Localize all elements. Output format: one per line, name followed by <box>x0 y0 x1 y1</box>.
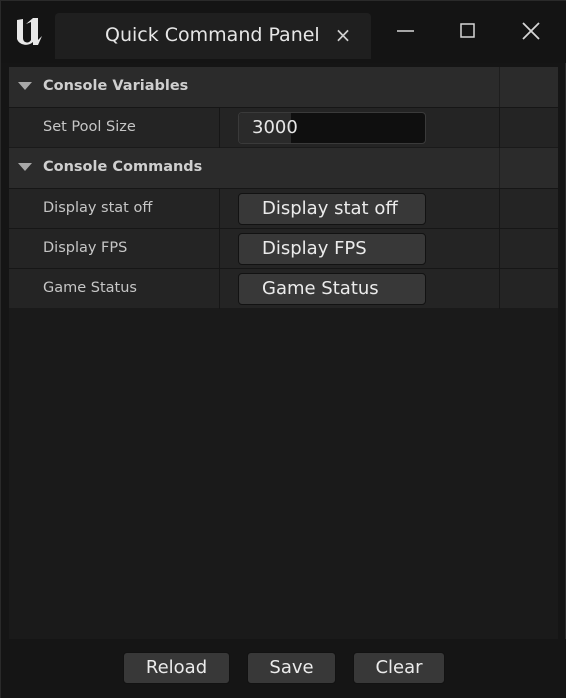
minimize-icon[interactable] <box>387 15 423 49</box>
close-icon[interactable] <box>513 15 549 49</box>
title-bar[interactable]: Quick Command Panel × <box>1 1 566 63</box>
property-name: Game Status <box>43 280 137 296</box>
category-label: Console Variables <box>43 78 189 94</box>
maximize-icon[interactable] <box>450 15 486 49</box>
save-button[interactable]: Save <box>247 652 336 684</box>
button-label: Display FPS <box>262 238 367 259</box>
reload-button-label: Reload <box>145 657 208 678</box>
details-panel: Console Variables Set Pool Size 3000 Con… <box>9 67 558 639</box>
footer-bar: Reload Save Clear <box>1 639 566 698</box>
category-label: Console Commands <box>43 159 203 175</box>
display-stat-off-button[interactable]: Display stat off <box>238 193 426 225</box>
unreal-engine-logo-icon <box>11 14 47 50</box>
property-name: Display stat off <box>43 200 153 216</box>
quick-command-panel-window: Quick Command Panel × Console Variables … <box>0 0 566 698</box>
pool-size-input[interactable]: 3000 <box>238 112 426 144</box>
tab-close-icon[interactable]: × <box>333 23 353 47</box>
clear-button[interactable]: Clear <box>353 652 445 684</box>
display-fps-button[interactable]: Display FPS <box>238 233 426 265</box>
button-label: Display stat off <box>262 198 398 219</box>
property-name: Set Pool Size <box>43 119 136 135</box>
pool-size-value: 3000 <box>252 117 298 138</box>
collapse-arrow-icon[interactable] <box>18 82 32 90</box>
tab-title: Quick Command Panel <box>105 24 320 46</box>
property-row-set-pool-size: Set Pool Size 3000 <box>9 107 558 148</box>
clear-button-label: Clear <box>375 657 423 678</box>
property-row-display-fps: Display FPS Display FPS <box>9 228 558 269</box>
property-row-game-status: Game Status Game Status <box>9 268 558 309</box>
panel-tab[interactable]: Quick Command Panel × <box>55 13 371 59</box>
category-console-variables[interactable]: Console Variables <box>9 67 558 107</box>
reload-button[interactable]: Reload <box>123 652 230 684</box>
property-row-display-stat-off: Display stat off Display stat off <box>9 188 558 229</box>
collapse-arrow-icon[interactable] <box>18 163 32 171</box>
save-button-label: Save <box>269 657 314 678</box>
property-name: Display FPS <box>43 240 128 256</box>
button-label: Game Status <box>262 278 379 299</box>
game-status-button[interactable]: Game Status <box>238 273 426 305</box>
category-console-commands[interactable]: Console Commands <box>9 148 558 188</box>
